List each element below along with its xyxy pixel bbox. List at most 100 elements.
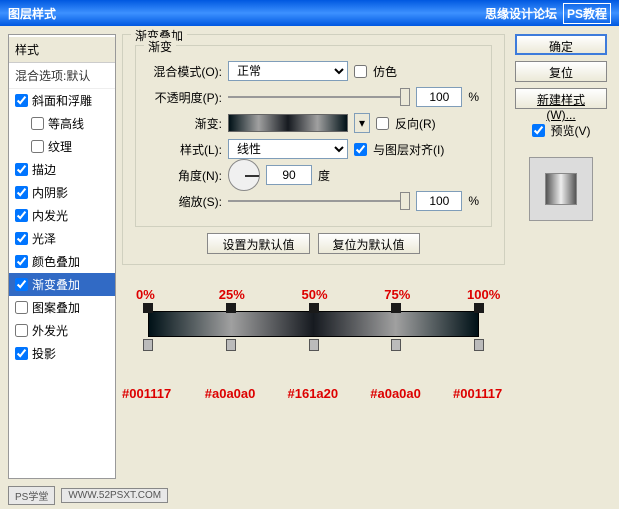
style-select[interactable]: 线性 (228, 139, 348, 159)
sidebar-checkbox-1[interactable] (31, 117, 44, 130)
sidebar-item-5[interactable]: 内发光 (9, 204, 115, 227)
stop-bottom-3[interactable] (391, 339, 401, 351)
align-label: 与图层对齐(I) (373, 141, 444, 158)
sidebar-item-0[interactable]: 斜面和浮雕 (9, 89, 115, 112)
right-panel: 确定 复位 新建样式(W)... 预览(V) (511, 34, 611, 479)
stop-pct-1: 25% (219, 287, 245, 302)
sidebar-item-2[interactable]: 纹理 (9, 135, 115, 158)
preview-checkbox[interactable] (532, 124, 545, 137)
stop-top-1[interactable] (226, 303, 236, 313)
dither-checkbox[interactable] (354, 65, 367, 78)
gradient-label: 渐变: (148, 115, 222, 132)
pct-label: % (468, 90, 479, 104)
opacity-input[interactable] (416, 87, 462, 107)
sidebar-label-0: 斜面和浮雕 (32, 92, 92, 109)
set-default-button[interactable]: 设置为默认值 (207, 233, 309, 254)
stop-top-3[interactable] (391, 303, 401, 313)
opacity-label: 不透明度(P): (148, 89, 222, 106)
scale-label: 缩放(S): (148, 193, 222, 210)
reverse-label: 反向(R) (395, 115, 436, 132)
scale-input[interactable] (416, 191, 462, 211)
stop-top-4[interactable] (474, 303, 484, 313)
gradient-dropdown-icon[interactable]: ▾ (354, 113, 370, 133)
window-title: 图层样式 (8, 5, 56, 22)
angle-dial[interactable] (228, 159, 260, 191)
stop-pct-0: 0% (136, 287, 155, 302)
sidebar-checkbox-8[interactable] (15, 278, 28, 291)
pct-label-2: % (468, 194, 479, 208)
footer-brand: PS学堂 (8, 486, 55, 505)
dialog-body: 样式 混合选项:默认 斜面和浮雕等高线纹理描边内阴影内发光光泽颜色叠加渐变叠加图… (0, 26, 619, 487)
gradient-overlay-group: 渐变叠加 渐变 混合模式(O): 正常 仿色 不透明度(P): % 渐变: (122, 34, 505, 265)
stop-pct-2: 50% (302, 287, 328, 302)
sidebar-label-10: 外发光 (32, 322, 68, 339)
footer-url: WWW.52PSXT.COM (61, 488, 168, 503)
ok-button[interactable]: 确定 (515, 34, 607, 55)
angle-input[interactable] (266, 165, 312, 185)
stop-bottom-4[interactable] (474, 339, 484, 351)
sidebar-item-7[interactable]: 颜色叠加 (9, 250, 115, 273)
sidebar-label-4: 内阴影 (32, 184, 68, 201)
blend-mode-label: 混合模式(O): (148, 63, 222, 80)
new-style-button[interactable]: 新建样式(W)... (515, 88, 607, 109)
sidebar-label-5: 内发光 (32, 207, 68, 224)
stop-bottom-2[interactable] (309, 339, 319, 351)
sidebar-item-10[interactable]: 外发光 (9, 319, 115, 342)
sidebar-header[interactable]: 样式 (9, 37, 115, 63)
style-label: 样式(L): (148, 141, 222, 158)
stop-hex-2: #161a20 (288, 386, 339, 401)
sidebar-checkbox-3[interactable] (15, 163, 28, 176)
sidebar-checkbox-6[interactable] (15, 232, 28, 245)
sidebar-checkbox-11[interactable] (15, 347, 28, 360)
sidebar-label-1: 等高线 (48, 115, 84, 132)
dither-label: 仿色 (373, 63, 397, 80)
sidebar-item-9[interactable]: 图案叠加 (9, 296, 115, 319)
sidebar-checkbox-9[interactable] (15, 301, 28, 314)
sidebar-item-11[interactable]: 投影 (9, 342, 115, 365)
sidebar-label-7: 颜色叠加 (32, 253, 80, 270)
watermark1: 思缘设计论坛 (485, 5, 557, 22)
stop-hex-3: #a0a0a0 (370, 386, 421, 401)
sidebar-item-4[interactable]: 内阴影 (9, 181, 115, 204)
stop-bottom-0[interactable] (143, 339, 153, 351)
reverse-checkbox[interactable] (376, 117, 389, 130)
sidebar-checkbox-7[interactable] (15, 255, 28, 268)
stop-top-0[interactable] (143, 303, 153, 313)
sidebar-checkbox-10[interactable] (15, 324, 28, 337)
sidebar-item-8[interactable]: 渐变叠加 (9, 273, 115, 296)
sidebar-checkbox-5[interactable] (15, 209, 28, 222)
stop-pct-4: 100% (467, 287, 500, 302)
sidebar-label-8: 渐变叠加 (32, 276, 80, 293)
gradient-preview[interactable] (228, 114, 348, 132)
gradient-stops-chart: 0%#00111725%#a0a0a050%#161a2075%#a0a0a01… (128, 281, 499, 401)
deg-label: 度 (318, 167, 330, 184)
stop-hex-1: #a0a0a0 (205, 386, 256, 401)
sidebar-label-11: 投影 (32, 345, 56, 362)
sidebar-checkbox-4[interactable] (15, 186, 28, 199)
stop-pct-3: 75% (384, 287, 410, 302)
sidebar-checkbox-0[interactable] (15, 94, 28, 107)
cancel-button[interactable]: 复位 (515, 61, 607, 82)
blending-options[interactable]: 混合选项:默认 (9, 63, 115, 89)
gradient-inner-group: 渐变 混合模式(O): 正常 仿色 不透明度(P): % 渐变: ▾ (135, 45, 492, 227)
titlebar-right: 思缘设计论坛 PS教程 (485, 3, 611, 24)
sidebar-item-1[interactable]: 等高线 (9, 112, 115, 135)
opacity-slider[interactable] (228, 87, 410, 107)
inner-group-title: 渐变 (144, 38, 176, 55)
blend-mode-select[interactable]: 正常 (228, 61, 348, 81)
stop-top-2[interactable] (309, 303, 319, 313)
stop-bottom-1[interactable] (226, 339, 236, 351)
styles-sidebar: 样式 混合选项:默认 斜面和浮雕等高线纹理描边内阴影内发光光泽颜色叠加渐变叠加图… (8, 34, 116, 479)
footer: PS学堂 WWW.52PSXT.COM (8, 486, 168, 505)
sidebar-checkbox-2[interactable] (31, 140, 44, 153)
align-checkbox[interactable] (354, 143, 367, 156)
sidebar-item-6[interactable]: 光泽 (9, 227, 115, 250)
gradient-bar (148, 311, 479, 337)
sidebar-item-3[interactable]: 描边 (9, 158, 115, 181)
stop-hex-0: #001117 (122, 386, 171, 401)
scale-slider[interactable] (228, 191, 410, 211)
reset-default-button[interactable]: 复位为默认值 (318, 233, 420, 254)
sidebar-label-2: 纹理 (48, 138, 72, 155)
titlebar: 图层样式 思缘设计论坛 PS教程 (0, 0, 619, 26)
angle-label: 角度(N): (148, 167, 222, 184)
